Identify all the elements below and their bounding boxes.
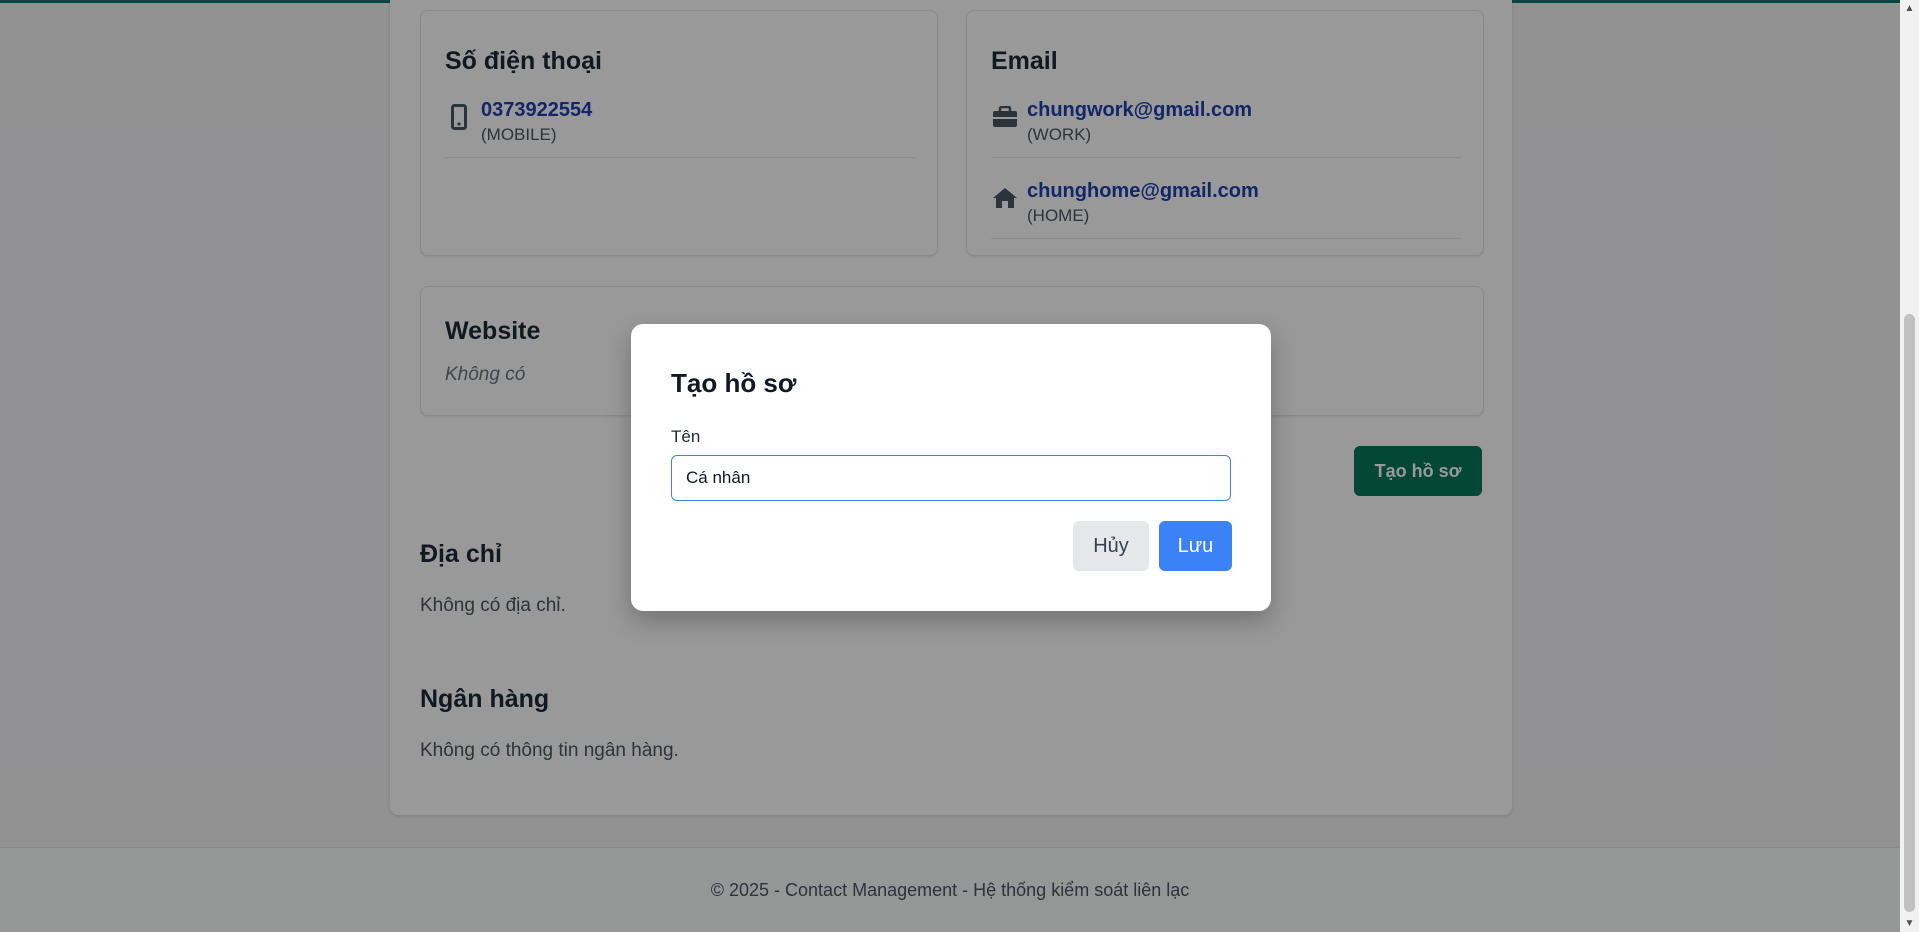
save-button[interactable]: Lưu <box>1159 521 1232 571</box>
scroll-up-arrow-icon[interactable]: ▲ <box>1900 0 1919 17</box>
cancel-button[interactable]: Hủy <box>1073 521 1149 571</box>
name-input[interactable] <box>671 455 1231 501</box>
vertical-scrollbar[interactable]: ▲ ▼ <box>1900 0 1919 932</box>
modal-title: Tạo hồ sơ <box>671 368 797 398</box>
scroll-down-arrow-icon[interactable]: ▼ <box>1900 915 1919 932</box>
name-field-label: Tên <box>671 427 701 446</box>
create-profile-modal: Tạo hồ sơ Tên Hủy Lưu <box>631 324 1271 611</box>
scrollbar-thumb[interactable] <box>1904 314 1915 912</box>
